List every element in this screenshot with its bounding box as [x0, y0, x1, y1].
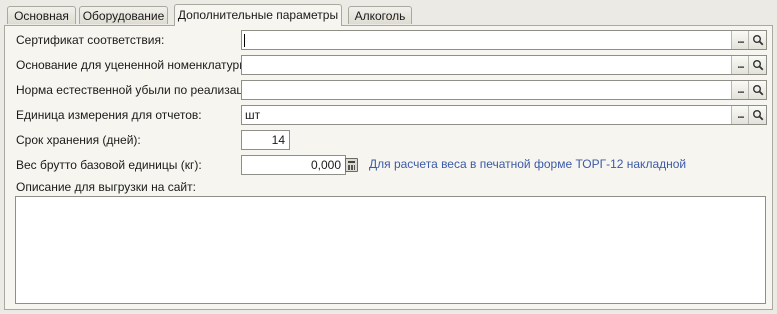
- description-textarea[interactable]: [15, 196, 766, 304]
- loss-norm-field[interactable]: ...: [241, 80, 767, 100]
- gross-weight-field[interactable]: 0,000: [241, 155, 346, 175]
- report-unit-value: шт: [245, 108, 261, 122]
- shelf-life-value: 14: [271, 133, 285, 147]
- tab-alcohol[interactable]: Алкоголь: [348, 6, 412, 24]
- loss-norm-label: Норма естественной убыли по реализации:: [16, 83, 261, 97]
- discount-basis-field[interactable]: ...: [241, 55, 767, 75]
- magnifier-icon: [752, 35, 763, 46]
- discount-basis-open-button[interactable]: [748, 56, 766, 74]
- shelf-life-label: Срок хранения (дней):: [16, 133, 141, 147]
- ellipsis-icon: ...: [737, 108, 744, 121]
- magnifier-icon: [752, 110, 763, 121]
- magnifier-icon: [752, 85, 763, 96]
- shelf-life-field[interactable]: 14: [241, 130, 290, 150]
- report-unit-open-button[interactable]: [748, 106, 766, 124]
- certificate-select-button[interactable]: ...: [731, 31, 749, 49]
- description-label: Описание для выгрузки на сайт:: [16, 180, 196, 194]
- gross-weight-value: 0,000: [310, 158, 341, 172]
- discount-basis-select-button[interactable]: ...: [731, 56, 749, 74]
- certificate-label: Сертификат соответствия:: [16, 33, 165, 47]
- ellipsis-icon: ...: [737, 33, 744, 46]
- ellipsis-icon: ...: [737, 58, 744, 71]
- tab-bar: Основная Оборудование Дополнительные пар…: [0, 0, 777, 26]
- ellipsis-icon: ...: [737, 83, 744, 96]
- magnifier-icon: [752, 60, 763, 71]
- certificate-field[interactable]: ...: [241, 30, 767, 50]
- text-cursor: [244, 34, 245, 47]
- tab-panel: Сертификат соответствия: ... Основание д…: [4, 25, 773, 310]
- report-unit-select-button[interactable]: ...: [731, 106, 749, 124]
- discount-basis-label: Основание для уцененной номенклатуры:: [16, 58, 252, 72]
- gross-weight-label: Вес брутто базовой единицы (кг):: [16, 158, 202, 172]
- calculator-icon[interactable]: [345, 158, 358, 172]
- certificate-open-button[interactable]: [748, 31, 766, 49]
- weight-hint-link[interactable]: Для расчета веса в печатной форме ТОРГ-1…: [369, 157, 686, 171]
- loss-norm-open-button[interactable]: [748, 81, 766, 99]
- tab-additional-params[interactable]: Дополнительные параметры: [174, 4, 342, 26]
- report-unit-label: Единица измерения для отчетов:: [16, 108, 202, 122]
- tab-main[interactable]: Основная: [7, 6, 76, 24]
- loss-norm-select-button[interactable]: ...: [731, 81, 749, 99]
- tab-equipment[interactable]: Оборудование: [79, 6, 168, 24]
- report-unit-field[interactable]: шт ...: [241, 105, 767, 125]
